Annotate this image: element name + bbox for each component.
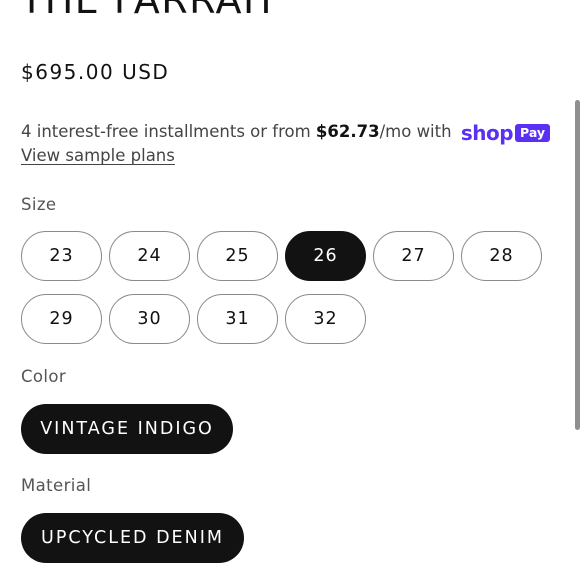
size-option-31[interactable]: 31 — [197, 294, 278, 344]
page-scrollbar[interactable] — [575, 100, 580, 430]
size-option-25[interactable]: 25 — [197, 231, 278, 281]
size-options: 23 24 25 26 27 28 29 30 31 32 — [21, 231, 561, 344]
color-label: Color — [21, 367, 67, 386]
installments-prefix: 4 interest-free installments or from — [21, 122, 316, 141]
installments-message: 4 interest-free installments or from $62… — [21, 120, 561, 144]
color-option-vintage-indigo[interactable]: VINTAGE INDIGO — [21, 404, 233, 454]
installments-suffix: /mo with — [379, 122, 452, 141]
installments-amount: $62.73 — [315, 122, 380, 141]
size-label: Size — [21, 195, 57, 214]
shop-pay-logo-pay: Pay — [515, 123, 551, 142]
view-sample-plans-link[interactable]: View sample plans — [21, 146, 175, 165]
size-option-32[interactable]: 32 — [285, 294, 366, 344]
shop-pay-logo: shop Pay — [460, 120, 551, 145]
size-option-27[interactable]: 27 — [373, 231, 454, 281]
size-option-29[interactable]: 29 — [21, 294, 102, 344]
size-option-30[interactable]: 30 — [109, 294, 190, 344]
size-option-23[interactable]: 23 — [21, 231, 102, 281]
shop-pay-logo-shop: shop — [460, 120, 514, 145]
product-title: THE FARRAH — [20, 0, 274, 22]
size-option-28[interactable]: 28 — [461, 231, 542, 281]
material-option-upcycled-denim[interactable]: UPCYCLED DENIM — [21, 513, 244, 563]
size-option-26[interactable]: 26 — [285, 231, 366, 281]
size-option-24[interactable]: 24 — [109, 231, 190, 281]
product-price: $695.00 USD — [21, 60, 170, 84]
material-label: Material — [21, 476, 92, 495]
